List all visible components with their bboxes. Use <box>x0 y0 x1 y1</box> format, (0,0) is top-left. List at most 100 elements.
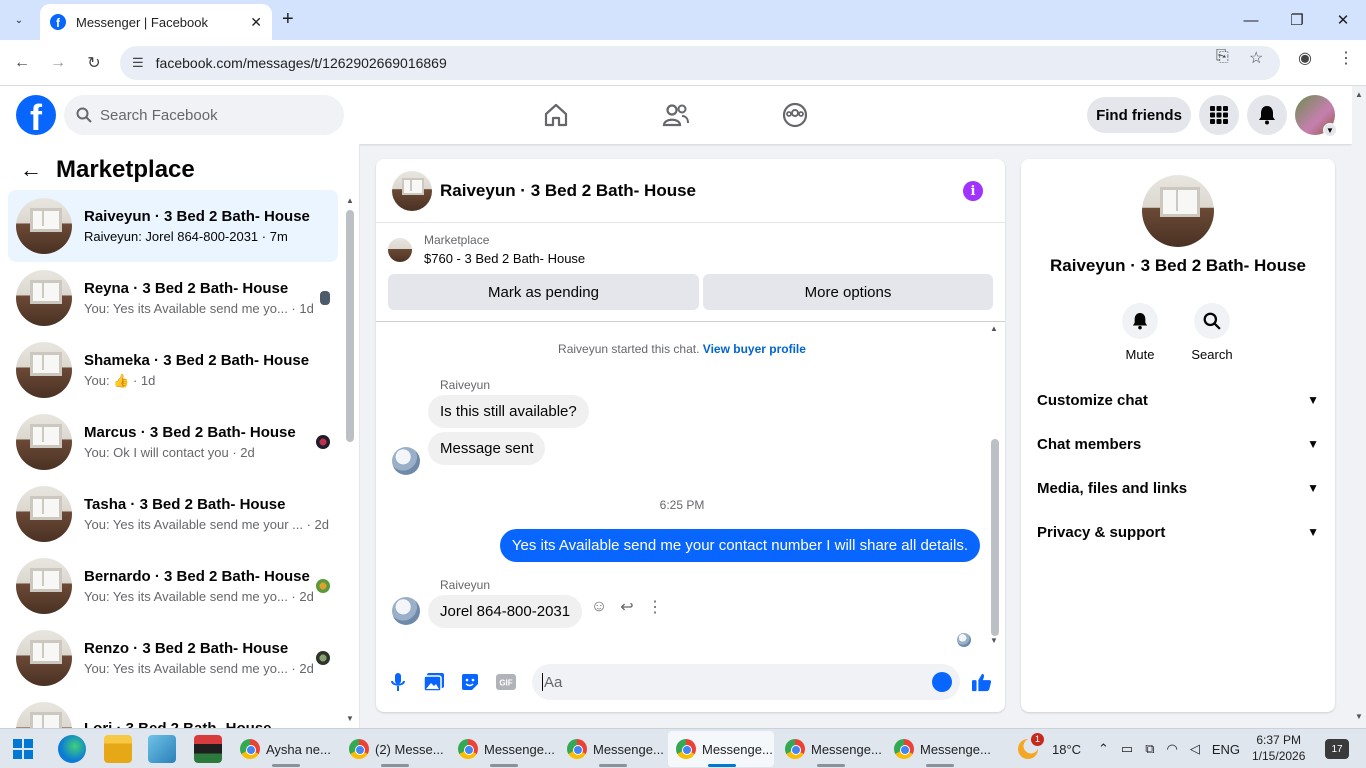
file-explorer-icon[interactable] <box>104 735 132 763</box>
facebook-logo-icon[interactable]: f <box>16 95 56 135</box>
site-info-icon[interactable]: ☰ <box>132 55 144 71</box>
camera-icon[interactable]: ⧉ <box>1145 741 1154 757</box>
app-icon[interactable] <box>148 735 176 763</box>
incoming-message[interactable]: Message sent <box>428 432 546 465</box>
more-options-button[interactable]: More options <box>703 274 993 310</box>
url-omnibox[interactable]: ☰ facebook.com/messages/t/12629026690168… <box>120 46 1280 80</box>
browser-tab-messenger[interactable]: f Messenger | Facebook ✕ <box>40 4 272 40</box>
mute-label: Mute <box>1125 347 1155 362</box>
outgoing-message[interactable]: Yes its Available send me your contact n… <box>499 529 980 562</box>
edge-browser-icon[interactable] <box>58 735 86 763</box>
info-icon[interactable]: i <box>963 181 983 201</box>
profile-icon[interactable]: ◉ <box>1298 48 1312 68</box>
view-buyer-profile-link[interactable]: View buyer profile <box>703 342 806 356</box>
taskbar-window[interactable]: Aysha ne... <box>232 731 338 767</box>
reply-icon[interactable]: ↩ <box>617 597 637 617</box>
sender-avatar[interactable] <box>392 447 420 475</box>
account-avatar[interactable]: ▼ <box>1295 95 1337 137</box>
chat-item-renzo[interactable]: Renzo · 3 Bed 2 Bath- House You: Yes its… <box>8 622 338 694</box>
thumbs-up-icon[interactable] <box>972 672 992 692</box>
new-tab-button[interactable]: + <box>282 8 294 30</box>
chat-avatar[interactable] <box>1142 175 1214 247</box>
mute-button[interactable]: Mute <box>1110 303 1170 362</box>
chat-item-bernardo[interactable]: Bernardo · 3 Bed 2 Bath- House You: Yes … <box>8 550 338 622</box>
notifications-bell-icon[interactable] <box>1247 95 1287 135</box>
more-actions-icon[interactable]: ⋮ <box>645 597 665 617</box>
thread-scrollbar[interactable]: ▲ ▼ <box>989 322 1001 652</box>
bookmark-star-icon[interactable]: ☆ <box>1249 48 1263 68</box>
sender-avatar[interactable] <box>392 597 420 625</box>
taskbar-window[interactable]: Messenge... <box>777 731 883 767</box>
chat-item-raiveyun[interactable]: Raiveyun · 3 Bed 2 Bath- House Raiveyun:… <box>8 190 338 262</box>
chevron-up-icon[interactable]: ⌃ <box>1098 741 1109 757</box>
chat-item-reyna[interactable]: Reyna · 3 Bed 2 Bath- House You: Yes its… <box>8 262 338 334</box>
chat-item-tasha[interactable]: Tasha · 3 Bed 2 Bath- House You: Yes its… <box>8 478 338 550</box>
system-clock[interactable]: 6:37 PM 1/15/2026 <box>1252 732 1305 764</box>
menu-grid-icon[interactable] <box>1199 95 1239 135</box>
moon-weather-icon: 1 <box>1018 733 1044 759</box>
gif-icon[interactable]: GIF <box>496 672 516 692</box>
home-icon[interactable] <box>541 100 571 130</box>
chrome-icon <box>240 739 260 759</box>
privacy-support-section[interactable]: Privacy & support ▼ <box>1037 510 1319 554</box>
battery-icon[interactable]: ▭ <box>1121 741 1133 757</box>
find-friends-button[interactable]: Find friends <box>1087 97 1191 133</box>
chevron-down-icon: ▼ <box>1307 437 1319 451</box>
taskbar-window[interactable]: Messenge... <box>886 731 992 767</box>
microphone-icon[interactable] <box>388 672 408 692</box>
friends-icon[interactable] <box>661 100 691 130</box>
taskbar-window-active[interactable]: Messenge... <box>668 731 774 767</box>
start-button[interactable] <box>13 739 33 759</box>
customize-chat-section[interactable]: Customize chat ▼ <box>1037 378 1319 422</box>
language-indicator[interactable]: ENG <box>1212 742 1240 757</box>
marketplace-listing-row[interactable]: Marketplace $760 - 3 Bed 2 Bath- House <box>388 233 585 266</box>
back-arrow-icon[interactable]: ← <box>20 157 42 183</box>
forward-arrow-icon[interactable]: → <box>46 51 70 75</box>
scrollbar-thumb[interactable] <box>346 210 354 442</box>
browser-tab-strip: ⌄ f Messenger | Facebook ✕ + — ❐ ✕ <box>0 0 1366 40</box>
back-arrow-icon[interactable]: ← <box>10 51 34 75</box>
page-scrollbar[interactable]: ▲ ▼ <box>1352 86 1366 728</box>
chat-item-lori[interactable]: Lori · 3 Bed 2 Bath- House <box>8 694 338 728</box>
groups-icon[interactable] <box>780 100 810 130</box>
close-tab-icon[interactable]: ✕ <box>250 14 262 31</box>
mark-as-pending-button[interactable]: Mark as pending <box>388 274 699 310</box>
react-emoji-icon[interactable]: ☺ <box>589 597 609 617</box>
taskbar-window[interactable]: Messenge... <box>559 731 665 767</box>
install-app-icon[interactable]: ⎘ <box>1216 48 1229 66</box>
media-files-links-section[interactable]: Media, files and links ▼ <box>1037 466 1319 510</box>
browser-menu-icon[interactable]: ⋮ <box>1338 48 1354 68</box>
chat-item-marcus[interactable]: Marcus · 3 Bed 2 Bath- House You: Ok I w… <box>8 406 338 478</box>
chat-name: Marcus · 3 Bed 2 Bath- House <box>84 424 296 441</box>
taskbar-window[interactable]: (2) Messe... <box>341 731 447 767</box>
taskbar-window[interactable]: Messenge... <box>450 731 556 767</box>
incoming-message[interactable]: Jorel 864-800-2031 <box>428 595 583 628</box>
conversation-title[interactable]: Raiveyun · 3 Bed 2 Bath- House <box>440 181 696 201</box>
window-indicator <box>490 764 518 767</box>
minimize-button[interactable]: — <box>1228 0 1274 40</box>
incoming-message[interactable]: Is this still available? <box>428 395 589 428</box>
emoji-picker-icon[interactable] <box>932 672 952 692</box>
chat-members-section[interactable]: Chat members ▼ <box>1037 422 1319 466</box>
volume-icon[interactable]: ◁ <box>1190 741 1200 757</box>
weather-widget[interactable]: 1 18°C <box>1018 729 1081 768</box>
chat-list-scrollbar[interactable]: ▲ ▼ <box>344 196 354 724</box>
chat-item-shameka[interactable]: Shameka · 3 Bed 2 Bath- House You: 👍 · 1… <box>8 334 338 406</box>
reload-icon[interactable]: ↻ <box>82 51 106 75</box>
notification-center-badge[interactable]: 17 <box>1325 739 1349 759</box>
search-in-chat-button[interactable]: Search <box>1182 303 1242 362</box>
close-window-button[interactable]: ✕ <box>1320 0 1366 40</box>
tab-search-button[interactable]: ⌄ <box>6 8 32 32</box>
message-input[interactable]: Aa <box>532 664 960 700</box>
conversation-avatar[interactable] <box>392 170 432 211</box>
weather-badge: 1 <box>1031 733 1044 746</box>
facebook-search-input[interactable]: Search Facebook <box>64 95 344 135</box>
listing-thumbnail <box>16 270 72 326</box>
restore-button[interactable]: ❐ <box>1274 0 1320 40</box>
app-icon[interactable] <box>194 735 222 763</box>
clock-time: 6:37 PM <box>1256 733 1302 747</box>
scrollbar-thumb[interactable] <box>991 439 999 636</box>
sticker-icon[interactable] <box>460 672 480 692</box>
wifi-icon[interactable]: ◠ <box>1167 741 1178 757</box>
photo-attach-icon[interactable] <box>424 672 444 692</box>
